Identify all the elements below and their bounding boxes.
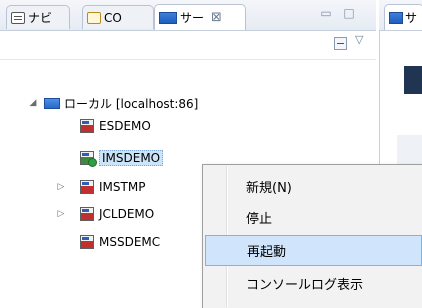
tree-item-jcldemo[interactable]: ▷ JCLDEMO: [56, 203, 154, 225]
server-icon: [44, 97, 60, 109]
tab-server[interactable]: サー ⊠: [154, 4, 246, 30]
tree-item-label: MSSDEMC: [99, 235, 161, 249]
server-icon: [389, 11, 403, 24]
tab-console[interactable]: CO: [82, 5, 154, 29]
tree-item-label: ESDEMO: [99, 119, 151, 133]
menu-item-label: 停止: [246, 212, 273, 227]
region-icon: [80, 119, 94, 133]
tree-item-label: IMSTMP: [99, 180, 146, 194]
console-icon: [87, 11, 101, 24]
maximize-icon[interactable]: □: [343, 7, 355, 19]
menu-item-restart[interactable]: 再起動: [205, 235, 422, 266]
tab-server-editor[interactable]: サ: [384, 4, 422, 30]
tree-item-label: JCLDEMO: [99, 207, 155, 221]
close-tab-icon[interactable]: ⊠: [211, 10, 222, 25]
collapsed-twisty-icon[interactable]: ▷: [56, 209, 66, 219]
tree-root-label: ローカル [localhost:86]: [64, 96, 199, 111]
menu-item-show-console-log[interactable]: コンソールログ表示: [205, 268, 422, 299]
collapse-all-icon[interactable]: [334, 37, 347, 50]
tab-server-editor-label: サ: [405, 11, 418, 25]
menu-item-stop[interactable]: 停止: [205, 202, 422, 233]
region-icon: [80, 207, 94, 221]
tree-item-imsdemo[interactable]: IMSDEMO: [80, 147, 164, 169]
menu-item-label: 新規(N): [246, 181, 292, 196]
tab-console-label: CO: [104, 10, 122, 25]
tab-server-label: サー: [180, 11, 205, 25]
region-icon: [80, 235, 94, 249]
view-toolbar: [0, 31, 376, 60]
tree-root-local[interactable]: ◢ ローカル [localhost:86]: [28, 92, 199, 114]
tree-item-esdemo[interactable]: ESDEMO: [80, 115, 151, 137]
editor-content-strip: [397, 135, 422, 165]
region-icon: [80, 180, 94, 194]
tab-navigator-label: ナビ: [28, 11, 53, 25]
tab-navigator[interactable]: ナビ: [6, 5, 70, 29]
minimize-icon[interactable]: ▭: [320, 7, 332, 19]
menu-item-label: 再起動: [247, 245, 287, 260]
server-icon: [159, 11, 177, 24]
menu-item-new[interactable]: 新規(N): [205, 171, 422, 202]
tree-item-label: IMSDEMO: [99, 150, 164, 166]
running-region-icon: [80, 151, 97, 167]
menu-item-label: コンソールログ表示: [246, 278, 364, 293]
tree-item-imstmp[interactable]: ▷ IMSTMP: [56, 176, 145, 198]
tree-item-mssdemo[interactable]: MSSDEMC: [80, 231, 160, 253]
view-menu-icon[interactable]: ▽: [355, 33, 363, 46]
expanded-twisty-icon[interactable]: ◢: [28, 98, 38, 108]
navigator-icon: [11, 11, 25, 24]
editor-content-graphic: [404, 66, 422, 94]
collapsed-twisty-icon[interactable]: ▷: [56, 182, 66, 192]
